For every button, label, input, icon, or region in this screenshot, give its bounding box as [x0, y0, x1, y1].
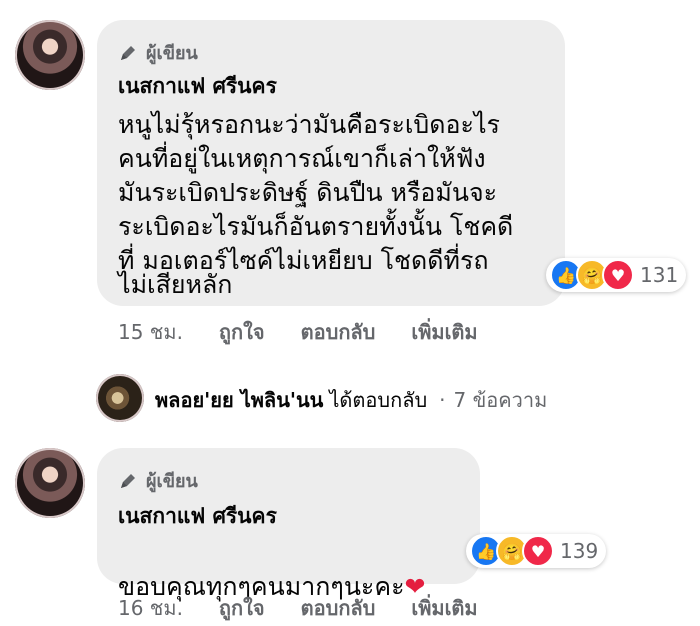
author-badge: ผู้เขียน [118, 466, 198, 495]
reaction-summary[interactable]: 👍 🤗 ♥ 139 [466, 534, 607, 568]
reply-verb: ได้ตอบกลับ [329, 388, 428, 412]
love-reaction-icon: ♥ [522, 535, 554, 567]
comment-timestamp[interactable]: 15 ชม. [118, 316, 183, 348]
author-avatar[interactable] [15, 448, 85, 518]
reply-button[interactable]: ตอบกลับ [301, 592, 376, 624]
reaction-count: 139 [560, 539, 599, 563]
reply-avatar[interactable] [96, 374, 144, 422]
author-badge: ผู้เขียน [118, 38, 198, 67]
more-button[interactable]: เพิ่มเติม [411, 592, 477, 624]
reaction-summary[interactable]: 👍 🤗 ♥ 131 [546, 258, 687, 292]
reply-count[interactable]: 7 ข้อความ [454, 384, 548, 416]
comment-line: หนูไม่รุ้หรอกนะว่ามันคือระเบิดอะไร [118, 110, 500, 139]
author-avatar[interactable] [15, 20, 85, 90]
author-badge-label: ผู้เขียน [146, 471, 198, 492]
reply-separator: · [439, 388, 446, 412]
more-button[interactable]: เพิ่มเติม [411, 316, 477, 348]
author-badge-label: ผู้เขียน [146, 43, 198, 64]
like-button[interactable]: ถูกใจ [219, 316, 265, 348]
comment-actions: 15 ชม. ถูกใจ ตอบกลับ เพิ่มเติม [118, 316, 514, 348]
comment-actions: 16 ชม. ถูกใจ ตอบกลับ เพิ่มเติม [118, 592, 514, 624]
reply-author-name[interactable]: พลอย'ยย ไพลิน'นน [155, 384, 323, 416]
pen-icon [121, 473, 135, 488]
like-button[interactable]: ถูกใจ [219, 592, 265, 624]
comment-line: คนที่อยู่ในเหตุการณ์เขาก็เล่าให้ฟัง [118, 144, 486, 173]
comment-author-name[interactable]: เนสกาแฟ ศรีนคร [118, 70, 277, 103]
reaction-count: 131 [640, 263, 679, 287]
comment-timestamp[interactable]: 16 ชม. [118, 592, 183, 624]
pen-icon [121, 45, 135, 60]
comment-line: มันระเบิดประดิษฐ์ ดินปืน หรือมันจะ [118, 178, 498, 207]
comment-line: ไม่เสียหลัก [118, 270, 233, 299]
comment-author-name[interactable]: เนสกาแฟ ศรีนคร [118, 500, 277, 533]
reply-button[interactable]: ตอบกลับ [301, 316, 376, 348]
love-reaction-icon: ♥ [602, 259, 634, 291]
comment-line: ระเบิดอะไรมันก็อันตรายทั้งนั้น โชคดี [118, 212, 514, 241]
view-replies-link[interactable]: พลอย'ยย ไพลิน'นน ได้ตอบกลับ · 7 ข้อความ [155, 384, 547, 416]
